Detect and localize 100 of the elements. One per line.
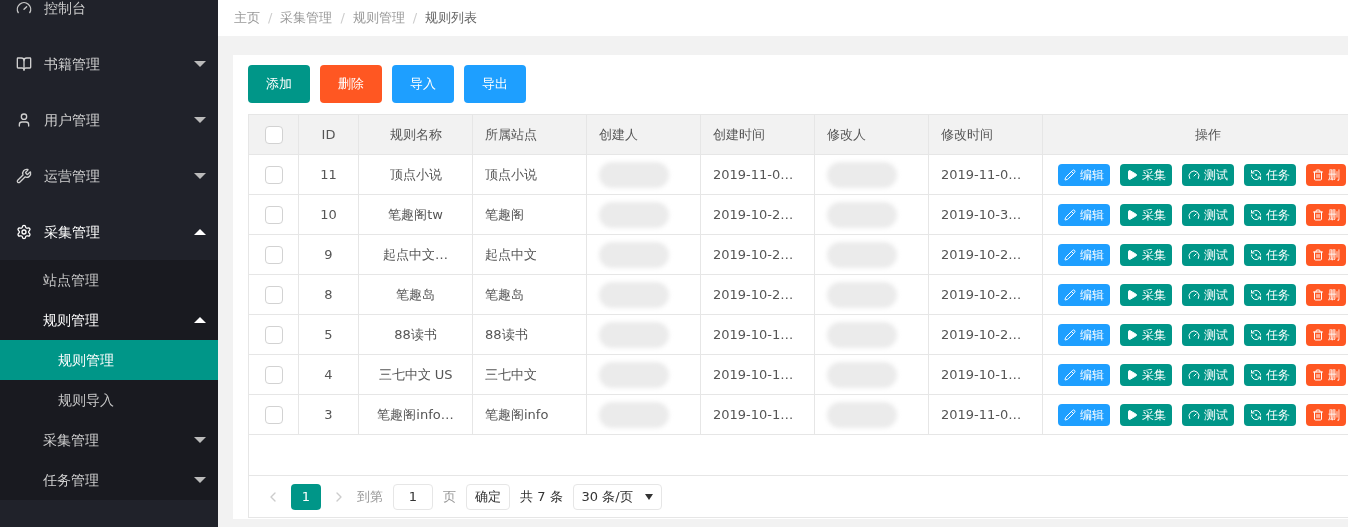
column-header: 操作	[1043, 115, 1348, 154]
table-cell: 2019-11-0…	[929, 395, 1043, 434]
breadcrumb-link[interactable]: 主页	[234, 8, 260, 28]
action-button[interactable]: 删	[1306, 283, 1346, 306]
caret-icon	[194, 477, 206, 483]
menu-group[interactable]: 书籍管理	[0, 36, 218, 92]
action-button[interactable]: 删	[1306, 203, 1346, 226]
breadcrumb-link[interactable]: 采集管理	[280, 8, 333, 28]
action-button[interactable]: 编辑	[1058, 163, 1110, 186]
action-button[interactable]: 任务	[1244, 243, 1296, 266]
action-button[interactable]: 删	[1306, 403, 1346, 426]
table-cell: 2019-10-2…	[929, 275, 1043, 314]
action-button[interactable]: 测试	[1182, 403, 1234, 426]
toolbar-button[interactable]: 导入	[392, 65, 454, 103]
table-cell: 2019-10-2…	[701, 275, 815, 314]
row-checkbox[interactable]	[264, 285, 283, 304]
play-icon	[1126, 168, 1138, 181]
row-checkbox[interactable]	[264, 165, 283, 184]
menu-group[interactable]: 采集管理	[0, 204, 218, 260]
action-button[interactable]: 编辑	[1058, 283, 1110, 306]
caret-icon	[194, 173, 206, 179]
action-button[interactable]: 采集	[1120, 323, 1172, 346]
menu-group[interactable]: 任务管理	[0, 460, 218, 500]
page-button[interactable]: 1	[291, 483, 321, 510]
gauge-icon	[1188, 288, 1200, 301]
action-button[interactable]: 测试	[1182, 243, 1234, 266]
menu-item[interactable]: 规则管理	[0, 340, 218, 380]
menu-item[interactable]: 规则导入	[0, 380, 218, 420]
menu-label: 任务管理	[43, 470, 99, 490]
table-cell: 顶点小说	[473, 155, 587, 194]
menu-label: 规则管理	[43, 310, 99, 330]
column-header: 修改时间	[929, 115, 1043, 154]
confirm-button[interactable]: 确定	[466, 483, 510, 510]
row-checkbox[interactable]	[264, 125, 283, 144]
toolbar-button[interactable]: 导出	[464, 65, 526, 103]
row-checkbox[interactable]	[264, 365, 283, 384]
action-button[interactable]: 测试	[1182, 283, 1234, 306]
action-button[interactable]: 采集	[1120, 283, 1172, 306]
page-input[interactable]: 1	[393, 483, 433, 510]
menu-item[interactable]: 站点管理	[0, 260, 218, 300]
action-button[interactable]: 任务	[1244, 163, 1296, 186]
table-cell: 2019-10-2…	[701, 195, 815, 234]
action-button[interactable]: 采集	[1120, 243, 1172, 266]
menu-label: 规则管理	[58, 350, 114, 370]
action-button[interactable]: 测试	[1182, 203, 1234, 226]
action-button[interactable]: 任务	[1244, 203, 1296, 226]
action-button[interactable]: 采集	[1120, 163, 1172, 186]
breadcrumb-link[interactable]: 规则列表	[425, 8, 478, 28]
gauge-icon	[1188, 208, 1200, 221]
action-button[interactable]: 编辑	[1058, 403, 1110, 426]
action-button[interactable]: 编辑	[1058, 323, 1110, 346]
menu-group[interactable]: 运营管理	[0, 148, 218, 204]
table-cell: 88读书	[473, 315, 587, 354]
action-button[interactable]: 测试	[1182, 323, 1234, 346]
action-button[interactable]: 删	[1306, 363, 1346, 386]
toolbar-button[interactable]: 添加	[248, 65, 310, 103]
page-size-select[interactable]: 30 条/页	[572, 483, 662, 510]
row-checkbox[interactable]	[264, 245, 283, 264]
column-header: 创建人	[587, 115, 701, 154]
table-cell: 三七中文 US	[359, 355, 473, 394]
table-cell: 起点中文…	[359, 235, 473, 274]
action-button[interactable]: 编辑	[1058, 363, 1110, 386]
column-header: 创建时间	[701, 115, 815, 154]
action-button[interactable]: 采集	[1120, 203, 1172, 226]
pencil-icon	[1064, 368, 1076, 381]
breadcrumb-link[interactable]: 规则管理	[352, 8, 405, 28]
table-cell: 8	[299, 275, 359, 314]
action-button[interactable]: 编辑	[1058, 203, 1110, 226]
action-button[interactable]: 任务	[1244, 363, 1296, 386]
menu-group[interactable]: 规则管理	[0, 300, 218, 340]
trash-icon	[1312, 368, 1324, 381]
action-button[interactable]: 删	[1306, 323, 1346, 346]
action-button[interactable]: 任务	[1244, 283, 1296, 306]
menu-group[interactable]: 用户管理	[0, 92, 218, 148]
menu-item[interactable]: 控制台	[0, 0, 218, 36]
action-button[interactable]: 采集	[1120, 363, 1172, 386]
action-button[interactable]: 任务	[1244, 323, 1296, 346]
gauge-icon	[1188, 408, 1200, 421]
table-cell: 笔趣阁info	[473, 395, 587, 434]
gauge-icon	[1188, 248, 1200, 261]
toolbar-button[interactable]: 删除	[320, 65, 382, 103]
table-cell: 顶点小说	[359, 155, 473, 194]
caret-icon	[194, 317, 206, 323]
gauge-icon	[1188, 328, 1200, 341]
action-button[interactable]: 采集	[1120, 403, 1172, 426]
caret-icon	[194, 61, 206, 67]
table-cell: 2019-10-3…	[929, 195, 1043, 234]
wrench-icon	[16, 168, 32, 184]
menu-group[interactable]: 采集管理	[0, 420, 218, 460]
row-checkbox[interactable]	[264, 325, 283, 344]
action-button[interactable]: 删	[1306, 243, 1346, 266]
action-button[interactable]: 删	[1306, 163, 1346, 186]
caret-icon	[644, 493, 653, 500]
gauge-icon	[1188, 168, 1200, 181]
row-checkbox[interactable]	[264, 205, 283, 224]
action-button[interactable]: 测试	[1182, 363, 1234, 386]
row-checkbox[interactable]	[264, 405, 283, 424]
action-button[interactable]: 编辑	[1058, 243, 1110, 266]
action-button[interactable]: 任务	[1244, 403, 1296, 426]
action-button[interactable]: 测试	[1182, 163, 1234, 186]
